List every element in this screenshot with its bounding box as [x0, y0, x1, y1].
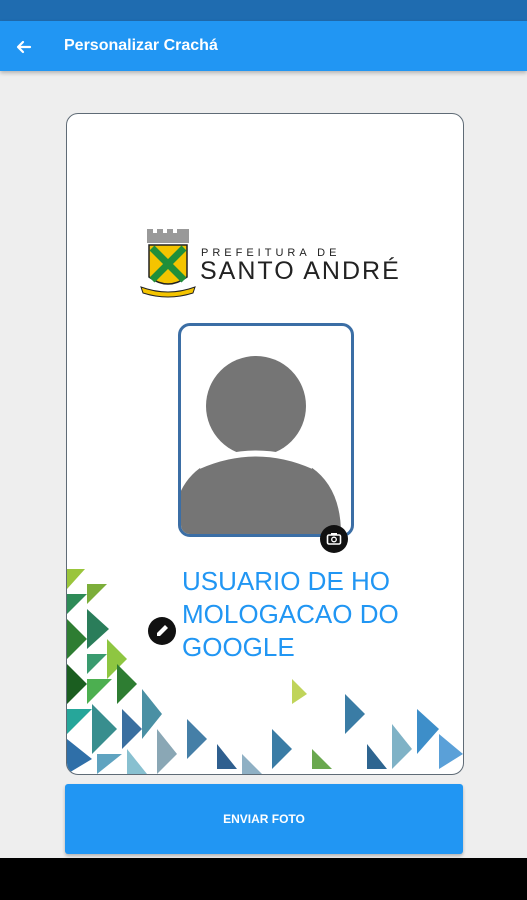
app-title: Personalizar Crachá — [64, 37, 218, 54]
pencil-icon — [157, 625, 168, 636]
app-bar: Personalizar Crachá — [0, 21, 527, 71]
logo-line2: SANTO ANDRÉ — [200, 257, 401, 285]
send-photo-button[interactable]: ENVIAR FOTO — [65, 784, 463, 854]
shield-icon — [148, 244, 188, 285]
back-button[interactable] — [10, 33, 38, 61]
profile-photo-frame[interactable] — [178, 323, 354, 537]
navigation-bar — [0, 858, 527, 900]
status-bar — [0, 0, 527, 21]
user-name: USUARIO DE HOMOLOGACAO DO GOOGLE — [182, 566, 399, 662]
avatar-placeholder-icon — [181, 356, 341, 534]
change-photo-button[interactable] — [320, 525, 348, 553]
camera-switch-icon — [326, 533, 342, 545]
edit-name-button[interactable] — [148, 617, 176, 645]
badge-card: PREFEITURA DE SANTO ANDRÉ USUARIO DE HOM… — [66, 113, 464, 775]
arrow-left-icon — [16, 40, 32, 54]
crown-icon — [147, 229, 189, 243]
